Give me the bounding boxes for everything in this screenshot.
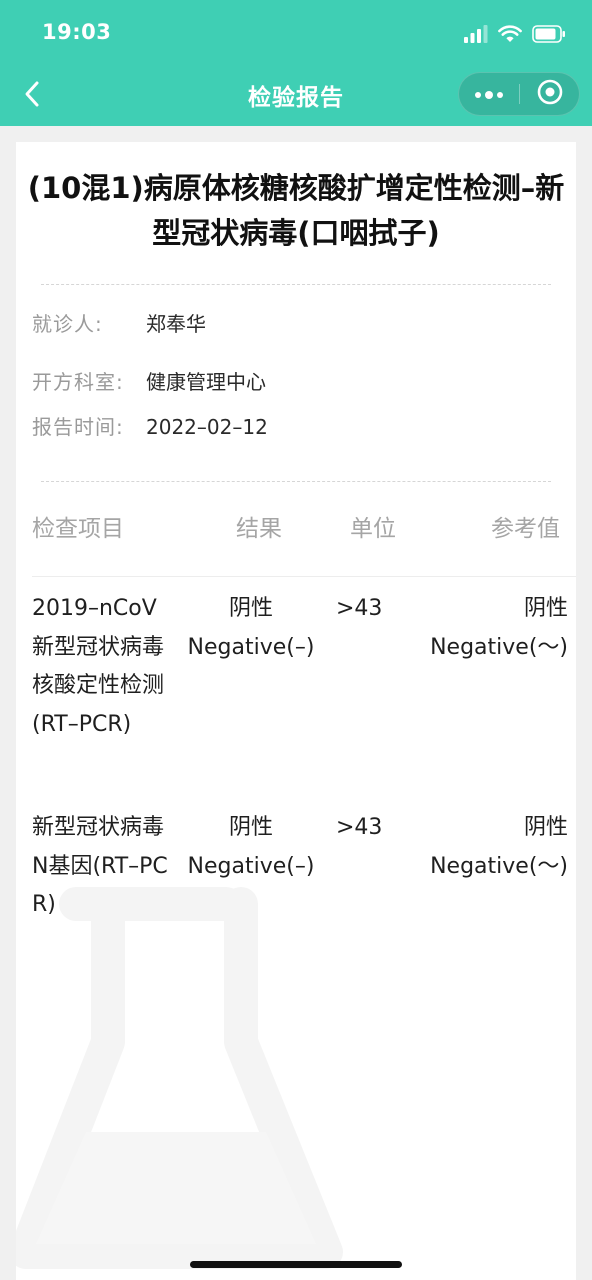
- report-date-label: 报告时间:: [32, 415, 124, 439]
- department-label: 开方科室:: [32, 370, 124, 394]
- flask-icon: [16, 882, 356, 1280]
- test-item-name: 新型冠状病毒N基因(RT–PCR): [32, 815, 168, 917]
- status-bar: 19:03: [0, 0, 592, 70]
- test-unit: >43: [336, 596, 383, 621]
- test-result-en: Negative(–): [187, 853, 315, 879]
- report-card: (10混1)病原体核糖核酸扩增定性检测–新型冠状病毒(口咽拭子) 就诊人: 郑奉…: [16, 142, 576, 1280]
- battery-icon: [532, 25, 566, 47]
- home-indicator: [190, 1261, 402, 1268]
- status-time: 19:03: [42, 20, 112, 44]
- test-result-cn: 阴性: [228, 815, 273, 840]
- column-header-unit: 单位: [350, 516, 396, 542]
- test-item-name: 2019–nCoV新型冠状病毒核酸定性检测(RT–PCR): [32, 596, 165, 737]
- divider: [41, 284, 551, 285]
- department-value: 健康管理中心: [146, 370, 266, 394]
- column-header-reference: 参考值: [491, 516, 560, 542]
- report-date-value: 2022–02–12: [146, 415, 268, 439]
- wifi-icon: [498, 25, 522, 47]
- divider: [41, 481, 551, 482]
- patient-name: 郑奉华: [146, 312, 206, 336]
- column-header-result: 结果: [236, 516, 282, 542]
- reference-value-cn: 阴性: [523, 815, 568, 840]
- patient-label: 就诊人:: [32, 312, 103, 336]
- reference-value: 阴性 Negative(～): [398, 809, 568, 886]
- test-unit: >43: [336, 815, 383, 840]
- more-dots-icon: [474, 85, 504, 104]
- nav-bar: 检验报告: [0, 70, 592, 126]
- table-header-line: [32, 576, 576, 577]
- table-row: 2019–nCoV新型冠状病毒核酸定性检测(RT–PCR) 阴性 Negativ…: [16, 590, 576, 784]
- reference-value: 阴性 Negative(～): [398, 590, 568, 667]
- test-result-cn: 阴性: [228, 596, 273, 621]
- more-button[interactable]: [459, 73, 519, 115]
- signal-icon: [464, 25, 488, 47]
- test-result-en: Negative(–): [187, 634, 315, 660]
- target-circle-icon: [536, 78, 564, 110]
- reference-value-en: Negative(～): [430, 853, 568, 879]
- status-icons: [464, 24, 566, 48]
- table-header: 检查项目 结果 单位 参考值: [16, 512, 576, 546]
- table-row: 新型冠状病毒N基因(RT–PCR) 阴性 Negative(–) >43 阴性 …: [16, 809, 576, 927]
- report-title: (10混1)病原体核糖核酸扩增定性检测–新型冠状病毒(口咽拭子): [27, 171, 565, 250]
- reference-value-en: Negative(～): [430, 634, 568, 660]
- test-result: 阴性 Negative(–): [182, 590, 320, 667]
- close-button[interactable]: [520, 73, 580, 115]
- test-result: 阴性 Negative(–): [182, 809, 320, 886]
- reference-value-cn: 阴性: [523, 596, 568, 621]
- mini-program-capsule: [458, 72, 580, 116]
- column-header-item: 检查项目: [32, 516, 124, 542]
